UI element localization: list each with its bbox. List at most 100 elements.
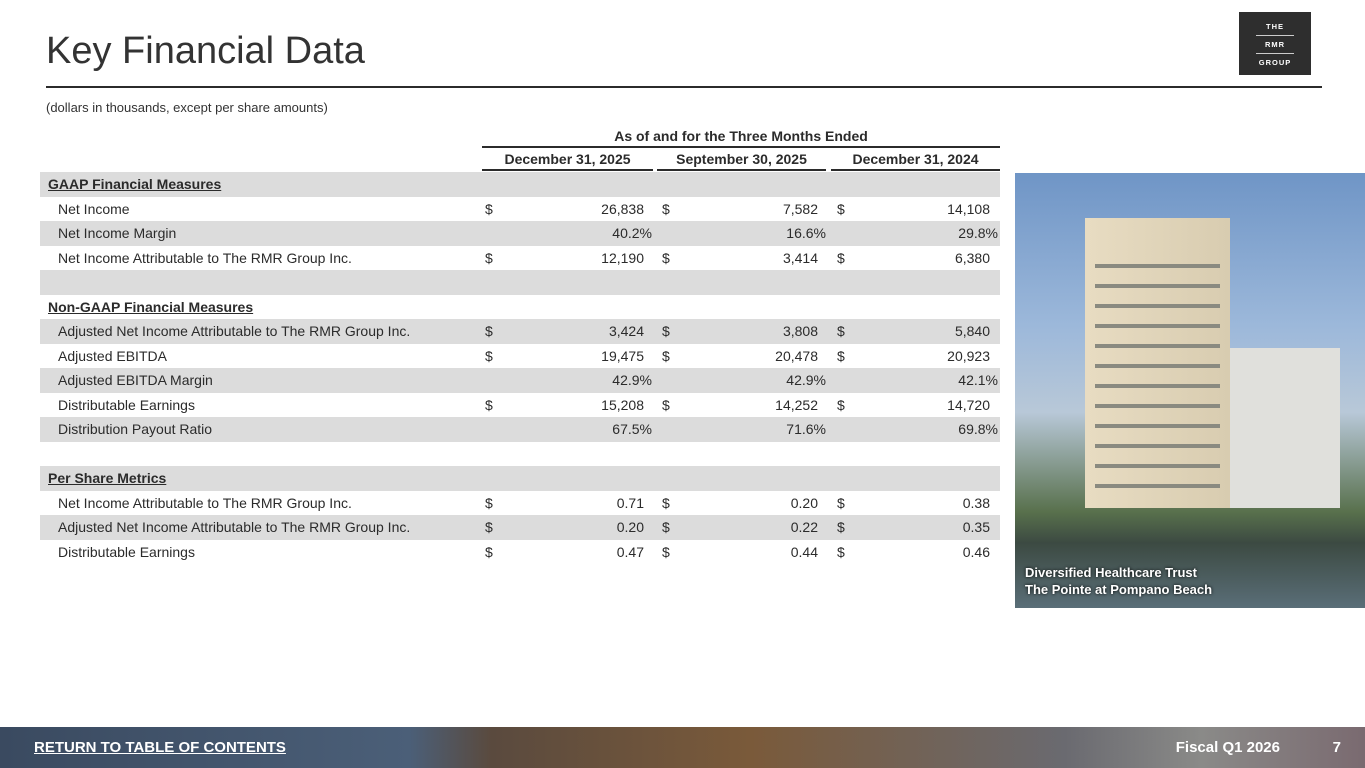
section-header-row: Non-GAAP Financial Measures xyxy=(40,295,1000,320)
table-row: Distributable Earnings$0.47$0.44$0.46 xyxy=(40,540,1000,565)
cell-value: 19,475 xyxy=(601,344,644,369)
currency-symbol: $ xyxy=(662,491,670,516)
column-header: December 31, 2024 xyxy=(831,151,1000,171)
return-to-toc-link[interactable]: RETURN TO TABLE OF CONTENTS xyxy=(34,739,286,756)
cell-value: 40.2% xyxy=(612,221,652,246)
cell-value: 71.6% xyxy=(786,417,826,442)
page-title: Key Financial Data xyxy=(46,30,365,73)
currency-symbol: $ xyxy=(662,540,670,565)
table-row: Distribution Payout Ratio 67.5% 71.6% 69.8% xyxy=(40,417,1000,442)
cell-value: 42.1% xyxy=(958,368,998,393)
currency-symbol: $ xyxy=(837,393,845,418)
row-label: Adjusted EBITDA xyxy=(58,344,167,369)
cell-value: 0.20 xyxy=(791,491,818,516)
cell-value: 0.35 xyxy=(963,515,990,540)
table-row: Distributable Earnings $15,208 $14,252 $14,… xyxy=(40,393,1000,418)
table-super-header: As of and for the Three Months Ended xyxy=(482,128,1000,148)
currency-symbol: $ xyxy=(485,393,493,418)
cell-value: 7,582 xyxy=(783,197,818,222)
cell-value: 16.6% xyxy=(786,221,826,246)
cell-value: 42.9% xyxy=(786,368,826,393)
currency-symbol: $ xyxy=(837,540,845,565)
cell-value: 14,252 xyxy=(775,393,818,418)
caption-company: Diversified Healthcare Trust xyxy=(1025,564,1212,581)
footer-bar: RETURN TO TABLE OF CONTENTS Fiscal Q1 20… xyxy=(0,727,1365,768)
cell-value: 42.9% xyxy=(612,368,652,393)
table-row: Net Income Attributable to The RMR Group… xyxy=(40,246,1000,271)
page-number: 7 xyxy=(1333,739,1341,756)
photo-caption: Diversified Healthcare Trust The Pointe … xyxy=(1025,564,1212,598)
cell-value: 26,838 xyxy=(601,197,644,222)
cell-value: 20,923 xyxy=(947,344,990,369)
row-label: Adjusted EBITDA Margin xyxy=(58,368,213,393)
currency-symbol: $ xyxy=(662,393,670,418)
currency-symbol: $ xyxy=(662,319,670,344)
currency-symbol: $ xyxy=(485,540,493,565)
cell-value: 0.71 xyxy=(617,491,644,516)
currency-symbol: $ xyxy=(837,197,845,222)
row-label: Adjusted Net Income Attributable to The … xyxy=(58,515,410,540)
table-row xyxy=(40,442,1000,467)
table-row: Adjusted EBITDA Margin 42.9% 42.9% 42.1% xyxy=(40,368,1000,393)
table-row xyxy=(40,270,1000,295)
logo-text: RMR xyxy=(1239,40,1311,49)
currency-symbol: $ xyxy=(837,491,845,516)
building-image xyxy=(1085,218,1230,508)
currency-symbol: $ xyxy=(837,515,845,540)
cell-value: 0.20 xyxy=(617,515,644,540)
currency-symbol: $ xyxy=(662,197,670,222)
table-row: Adjusted Net Income Attributable to The … xyxy=(40,515,1000,540)
financial-table: GAAP Financial MeasuresNet Income $26,838… xyxy=(40,172,1000,564)
cell-value: 3,414 xyxy=(783,246,818,271)
cell-value: 15,208 xyxy=(601,393,644,418)
column-header: September 30, 2025 xyxy=(657,151,826,171)
row-label: GAAP Financial Measures xyxy=(48,172,221,197)
cell-value: 69.8% xyxy=(958,417,998,442)
cell-value: 0.46 xyxy=(963,540,990,565)
column-header: December 31, 2025 xyxy=(482,151,653,171)
row-label: Non-GAAP Financial Measures xyxy=(48,295,253,320)
logo-text: THE xyxy=(1239,22,1311,31)
cell-value: 20,478 xyxy=(775,344,818,369)
row-label: Distributable Earnings xyxy=(58,540,195,565)
row-label: Net Income Attributable to The RMR Group… xyxy=(58,246,352,271)
row-label: Net Income Margin xyxy=(58,221,176,246)
currency-symbol: $ xyxy=(485,246,493,271)
currency-symbol: $ xyxy=(485,515,493,540)
table-row: Adjusted EBITDA$19,475$20,478$20,923 xyxy=(40,344,1000,369)
cell-value: 6,380 xyxy=(955,246,990,271)
currency-symbol: $ xyxy=(662,344,670,369)
cell-value: 14,720 xyxy=(947,393,990,418)
currency-symbol: $ xyxy=(837,319,845,344)
currency-symbol: $ xyxy=(485,319,493,344)
row-label: Net Income xyxy=(58,197,130,222)
cell-value: 0.22 xyxy=(791,515,818,540)
logo-text: GROUP xyxy=(1239,58,1311,67)
cell-value: 67.5% xyxy=(612,417,652,442)
row-label: Distributable Earnings xyxy=(58,393,195,418)
table-row: Adjusted Net Income Attributable to The … xyxy=(40,319,1000,344)
currency-symbol: $ xyxy=(662,246,670,271)
row-label: Net Income Attributable to The RMR Group… xyxy=(58,491,352,516)
cell-value: 12,190 xyxy=(601,246,644,271)
units-note: (dollars in thousands, except per share … xyxy=(46,100,328,115)
currency-symbol: $ xyxy=(837,344,845,369)
cell-value: 0.38 xyxy=(963,491,990,516)
cell-value: 3,808 xyxy=(783,319,818,344)
cell-value: 3,424 xyxy=(609,319,644,344)
fiscal-period: Fiscal Q1 2026 xyxy=(1176,739,1280,756)
table-row: Net Income Attributable to The RMR Group… xyxy=(40,491,1000,516)
currency-symbol: $ xyxy=(837,246,845,271)
section-header-row: Per Share Metrics xyxy=(40,466,1000,491)
section-header-row: GAAP Financial Measures xyxy=(40,172,1000,197)
table-row: Net Income$26,838$7,582$14,108 xyxy=(40,197,1000,222)
row-label: Per Share Metrics xyxy=(48,466,166,491)
table-row: Net Income Margin40.2%16.6%29.8% xyxy=(40,221,1000,246)
rmr-logo: THE RMR GROUP xyxy=(1239,12,1311,75)
cell-value: 0.44 xyxy=(791,540,818,565)
cell-value: 5,840 xyxy=(955,319,990,344)
caption-property: The Pointe at Pompano Beach xyxy=(1025,581,1212,598)
currency-symbol: $ xyxy=(662,515,670,540)
title-divider xyxy=(46,86,1322,88)
row-label: Distribution Payout Ratio xyxy=(58,417,212,442)
